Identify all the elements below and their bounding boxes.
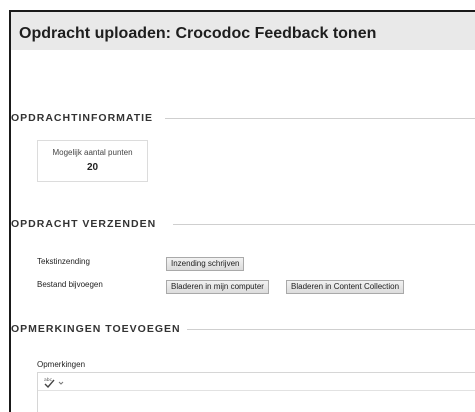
section-heading-submit-assignment: OPDRACHT VERZENDEN — [11, 218, 165, 230]
assignment-upload-page: Opdracht uploaden: Crocodoc Feedback ton… — [9, 10, 475, 412]
spellcheck-icon[interactable]: abc — [43, 376, 65, 389]
write-submission-button[interactable]: Inzending schrijven — [166, 257, 245, 271]
comments-label: Opmerkingen — [37, 360, 86, 369]
section-assignment-info: OPDRACHTINFORMATIE — [11, 112, 475, 126]
section-add-comments: OPMERKINGEN TOEVOEGEN — [11, 323, 475, 337]
section-divider — [187, 329, 475, 330]
attach-file-label: Bestand bijvoegen — [37, 280, 103, 289]
section-heading-assignment-info: OPDRACHTINFORMATIE — [11, 112, 162, 124]
page-title: Opdracht uploaden: Crocodoc Feedback ton… — [19, 25, 377, 42]
comments-editor[interactable]: abc — [37, 372, 475, 412]
page-header: Opdracht uploaden: Crocodoc Feedback ton… — [11, 12, 475, 50]
editor-toolbar: abc — [38, 373, 475, 391]
browse-my-computer-button[interactable]: Bladeren in mijn computer — [166, 280, 269, 294]
text-submission-label: Tekstinzending — [37, 257, 90, 266]
section-divider — [165, 118, 475, 119]
browse-content-collection-button[interactable]: Bladeren in Content Collection — [286, 280, 405, 294]
possible-points-box: Mogelijk aantal punten 20 — [37, 140, 148, 182]
section-submit-assignment: OPDRACHT VERZENDEN — [11, 218, 475, 232]
section-divider — [173, 224, 475, 225]
possible-points-label: Mogelijk aantal punten — [52, 148, 133, 157]
possible-points-value: 20 — [86, 162, 99, 173]
section-heading-add-comments: OPMERKINGEN TOEVOEGEN — [11, 323, 189, 335]
